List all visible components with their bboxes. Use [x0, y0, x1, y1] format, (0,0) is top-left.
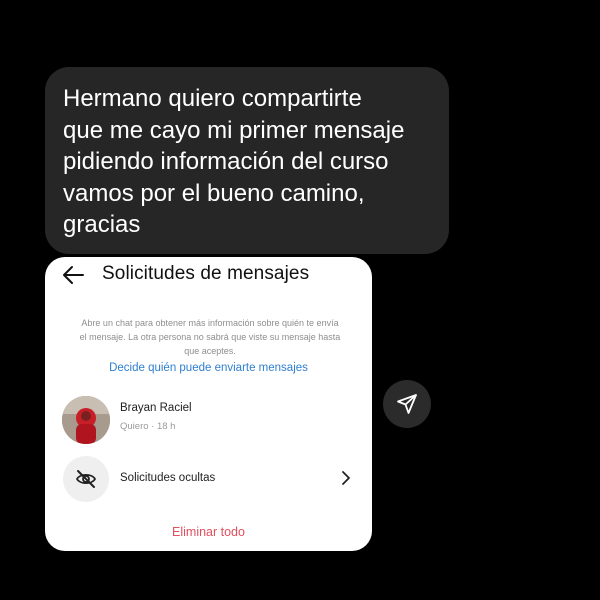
message-line: que me cayo mi primer mensaje [63, 116, 405, 144]
message-bubble[interactable]: Hermano quiero compartirte que me cayo m… [45, 67, 449, 254]
message-line: vamos por el bueno camino, [63, 179, 365, 207]
request-preview: Quiero · 18 h [120, 421, 176, 432]
chevron-right-icon [341, 470, 351, 491]
avatar [62, 396, 110, 444]
card-title: Solicitudes de mensajes [102, 263, 310, 284]
share-button[interactable] [383, 380, 431, 428]
message-requests-screenshot: Solicitudes de mensajes Abre un chat par… [45, 257, 372, 551]
description-line: el mensaje. La otra persona no sabrá que… [79, 332, 341, 342]
delete-all-button[interactable]: Eliminar todo [45, 525, 372, 539]
card-header: Solicitudes de mensajes [45, 257, 372, 295]
message-line: pidiendo información del curso [63, 148, 389, 175]
message-line: Hermano quiero compartirte [63, 85, 362, 112]
request-list-item[interactable]: Brayan Raciel Quiero · 18 h [45, 392, 372, 448]
description-line: Abre un chat para obtener más informació… [81, 318, 339, 328]
who-can-message-link[interactable]: Decide quién puede enviarte mensajes [45, 362, 372, 374]
eye-off-icon [63, 456, 109, 502]
back-arrow-icon[interactable] [62, 265, 84, 285]
description-line: que aceptes. [184, 346, 236, 356]
message-text: Hermano quiero compartirte que me cayo m… [63, 83, 431, 241]
message-line: gracias [63, 211, 141, 238]
request-sender-name: Brayan Raciel [120, 402, 192, 414]
hidden-requests-label: Solicitudes ocultas [120, 472, 216, 484]
card-description: Abre un chat para obtener más informació… [61, 316, 359, 358]
hidden-requests-row[interactable]: Solicitudes ocultas [45, 454, 372, 504]
screen: Hermano quiero compartirte que me cayo m… [0, 0, 600, 600]
